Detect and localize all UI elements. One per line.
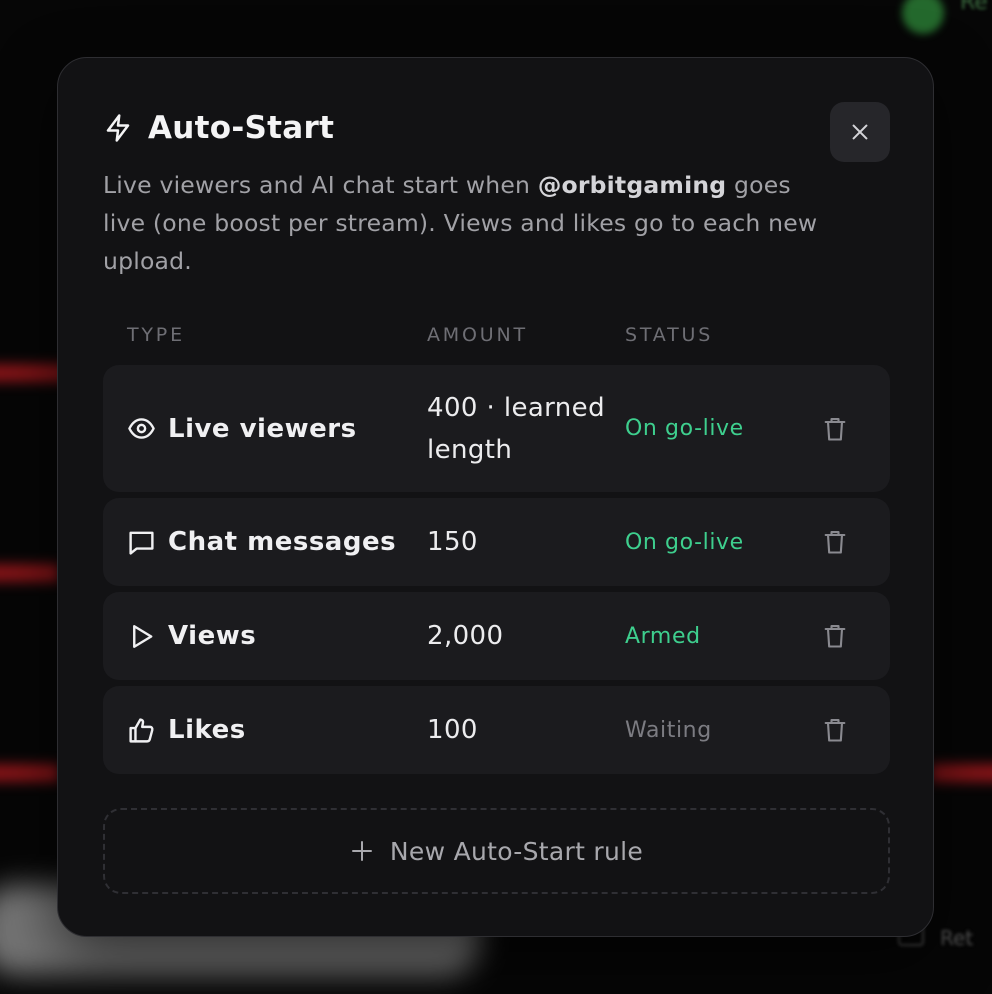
column-header-status: STATUS [625, 324, 714, 346]
rule-type: Views [127, 592, 256, 680]
column-header-type: TYPE [127, 324, 185, 346]
status-dot [902, 0, 944, 34]
plus-icon [351, 841, 372, 861]
rule-status: Armed [625, 623, 701, 649]
dialog-title: Auto-Start [148, 110, 335, 146]
new-rule-button[interactable]: New Auto-Start rule [103, 808, 890, 894]
rule-status: On go-live [625, 416, 744, 441]
rule-amount: 150 [427, 527, 478, 557]
chat-icon [129, 531, 154, 555]
close-button[interactable] [830, 102, 890, 162]
rule-amount: 100 [427, 715, 478, 745]
background-streak [0, 564, 60, 582]
rule-row: Views 2,000 Armed [103, 592, 890, 680]
close-icon [852, 124, 868, 140]
trash-icon[interactable] [821, 622, 849, 650]
trash-icon[interactable] [821, 716, 849, 744]
background-streak [0, 764, 60, 782]
trash-icon[interactable] [821, 528, 849, 556]
column-header-amount: AMOUNT [427, 324, 528, 346]
play-icon [133, 624, 153, 648]
background-text: Ret [940, 926, 974, 950]
thumbs-up-icon [129, 717, 154, 743]
rule-type-label: Live viewers [168, 413, 357, 444]
rule-type: Live viewers [127, 365, 357, 492]
channel-handle: @orbitgaming [537, 171, 727, 199]
rule-type-label: Likes [168, 715, 246, 745]
trash-icon[interactable] [821, 415, 849, 443]
auto-start-dialog: Auto-Start Live viewers and AI chat star… [57, 57, 934, 937]
rule-type-label: Views [168, 621, 257, 651]
rule-type: Chat messages [127, 498, 396, 586]
bolt-icon [106, 114, 130, 142]
rule-status: On go-live [625, 529, 744, 555]
rule-status: Waiting [625, 717, 712, 743]
dialog-description: Live viewers and AI chat start when @orb… [103, 166, 823, 280]
rule-amount: 400 · learned length [427, 392, 605, 465]
rule-row: Chat messages 150 On go-live [103, 498, 890, 586]
background-streak [930, 764, 992, 782]
rule-type-label: Chat messages [168, 527, 397, 557]
eye-icon [128, 418, 155, 439]
rule-type: Likes [127, 686, 246, 774]
new-rule-label: New Auto-Start rule [389, 836, 644, 866]
rule-amount: 2,000 [427, 621, 504, 651]
rule-row: Live viewers 400 · learned length On go-… [103, 365, 890, 492]
background-text: Re [960, 0, 988, 15]
rule-row: Likes 100 Waiting [103, 686, 890, 774]
description-prefix: Live viewers and AI chat start when [103, 171, 538, 199]
dialog-header: Auto-Start [103, 106, 334, 150]
